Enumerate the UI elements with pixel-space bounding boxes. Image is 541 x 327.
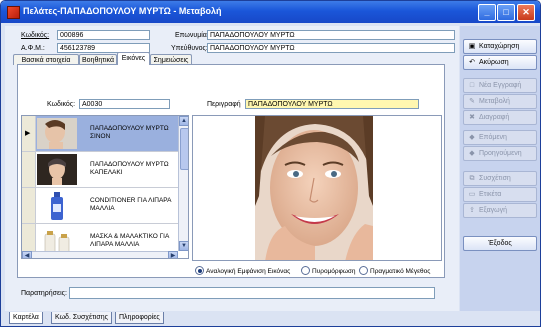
delete-button[interactable]: ✖ Διαγραφή	[463, 110, 537, 125]
edit-icon: ✎	[469, 98, 475, 105]
image-list[interactable]: ▶ ΠΑΠΑΔΟΠΟΥΛΟΥ ΜΥΡΤΩ ΣΙΝΟΝ ΠΑΠΑΔΟΠΟΥΛΟΥ …	[21, 115, 189, 259]
app-icon	[7, 6, 20, 19]
woman-portrait-photo	[37, 154, 77, 185]
name-field[interactable]: ΠΑΠΑΔΟΠΟΥΛΟΥ ΜΥΡΤΩ	[207, 30, 455, 40]
radio-label: Αναλογική Εμφάνιση Εικόνας	[206, 268, 291, 275]
radio-checked-icon	[195, 266, 204, 275]
exit-label: Έξοδος	[488, 240, 512, 247]
scroll-right-icon[interactable]: ▶	[168, 251, 178, 258]
undo-icon: ↶	[469, 59, 475, 66]
minimize-button[interactable]: _	[478, 4, 496, 21]
image-preview	[192, 115, 442, 261]
horizontal-scrollbar[interactable]: ◀ ▶	[22, 251, 178, 258]
edit-button[interactable]: ✎ Μεταβολή	[463, 94, 537, 109]
cancel-button[interactable]: ↶ Ακύρωση	[463, 55, 537, 70]
vertical-scrollbar[interactable]: ▲ ▼	[178, 116, 188, 251]
action-sidebar: ▣ Καταχώρηση ↶ Ακύρωση □ Νέα Εγγραφή ✎ Μεταβ…	[460, 26, 540, 312]
code-label: Κωδικός:	[21, 32, 50, 39]
code-field[interactable]: 000896	[57, 30, 150, 40]
scroll-thumb[interactable]	[180, 128, 188, 170]
name-label: Επωνυμία:	[175, 32, 209, 39]
tab-relation-code[interactable]: Κωδ. Συσχέτισης	[51, 312, 113, 324]
radio-unchecked-icon	[301, 266, 310, 275]
main-window: Πελάτες-ΠΑΠΑΔΟΠΟΥΛΟΥ ΜΥΡΤΩ - Μεταβολή _ …	[0, 0, 541, 327]
list-item-text: ΠΑΠΑΔΟΠΟΥΛΟΥ ΜΥΡΤΩ ΚΑΠΕΛΑΚΙ	[90, 161, 169, 176]
export-button[interactable]: ⇪ Εξαγωγή	[463, 203, 537, 218]
label-icon: ▭	[468, 191, 476, 198]
scroll-up-icon[interactable]: ▲	[179, 116, 188, 126]
row-selector[interactable]	[22, 188, 36, 223]
image-code-field[interactable]: A0030	[79, 99, 170, 109]
description-label: Περιγραφή	[207, 101, 241, 108]
exit-button[interactable]: Έξοδος	[463, 236, 537, 251]
relation-button[interactable]: ⧉ Συσχέτιση	[463, 171, 537, 186]
previous-button[interactable]: ◆ Προηγούμενη	[463, 146, 537, 161]
maximize-button[interactable]: □	[497, 4, 515, 21]
radio-stretch[interactable]: Πυρομόρφωση	[301, 266, 356, 275]
list-item[interactable]: ΠΑΠΑΔΟΠΟΥΛΟΥ ΜΥΡΤΩ ΚΑΠΕΛΑΚΙ	[22, 152, 178, 188]
row-selector[interactable]: ▶	[22, 116, 36, 151]
radio-unchecked-icon	[359, 266, 368, 275]
manager-label: Υπεύθυνος:	[171, 45, 208, 52]
new-icon: □	[469, 82, 475, 89]
window-title: Πελάτες-ΠΑΠΑΔΟΠΟΥΛΟΥ ΜΥΡΤΩ - Μεταβολή	[23, 6, 222, 16]
current-row-arrow-icon: ▶	[25, 130, 31, 137]
afm-label: Α.Φ.Μ.:	[21, 45, 45, 52]
tab-information[interactable]: Πληροφορίες	[115, 312, 164, 324]
tab-card[interactable]: Καρτέλα	[9, 312, 43, 324]
title-bar[interactable]: Πελάτες-ΠΑΠΑΔΟΠΟΥΛΟΥ ΜΥΡΤΩ - Μεταβολή _ …	[1, 1, 540, 23]
notes-field[interactable]	[69, 287, 435, 299]
new-record-button[interactable]: □ Νέα Εγγραφή	[463, 78, 537, 93]
list-item[interactable]: CONDITIONER ΓΙΑ ΛΙΠΑΡΑ ΜΑΛΛΙΑ	[22, 188, 178, 224]
previous-icon: ◆	[469, 150, 475, 157]
delete-icon: ✖	[469, 114, 475, 121]
save-icon: ▣	[468, 43, 476, 50]
close-button[interactable]: ✕	[517, 4, 535, 21]
image-code-label: Κωδικός:	[47, 101, 76, 108]
list-item-text: CONDITIONER ΓΙΑ ΛΙΠΑΡΑ ΜΑΛΛΙΑ	[90, 197, 172, 212]
radio-label: Πραγματικό Μέγεθος	[370, 268, 431, 275]
list-item-text: ΠΑΠΑΔΟΠΟΥΛΟΥ ΜΥΡΤΩ ΣΙΝΟΝ	[90, 125, 169, 140]
scroll-down-icon[interactable]: ▼	[179, 241, 188, 251]
tab-images[interactable]: Εικόνες	[117, 52, 150, 65]
save-button[interactable]: ▣ Καταχώρηση	[463, 39, 537, 54]
relation-icon: ⧉	[469, 175, 475, 182]
woman-face-photo	[255, 116, 373, 260]
next-button[interactable]: ◆ Επόμενη	[463, 130, 537, 145]
row-selector[interactable]	[22, 152, 36, 187]
manager-field[interactable]: ΠΑΠΑΔΟΠΟΥΛΟΥ ΜΥΡΤΩ	[207, 43, 455, 53]
label-button[interactable]: ▭ Ετικέτα	[463, 187, 537, 202]
radio-proportional[interactable]: Αναλογική Εμφάνιση Εικόνας	[195, 266, 290, 275]
bottom-tab-strip: Καρτέλα Κωδ. Συσχέτισης Πληροφορίες	[1, 311, 540, 326]
woman-profile-photo	[37, 118, 77, 149]
list-item-text: ΜΑΣΚΑ & ΜΑΛΑΚΤΙΚΟ ΓΙΑ ΛΙΠΑΡΑ ΜΑΛΛΙΑ	[90, 233, 169, 248]
scroll-left-icon[interactable]: ◀	[22, 251, 32, 258]
bottle-photo	[37, 190, 77, 221]
description-field[interactable]: ΠΑΠΑΔΟΠΟΥΛΟΥ ΜΥΡΤΩ	[245, 99, 419, 109]
radio-label: Πυρομόρφωση	[312, 268, 356, 275]
radio-actual-size[interactable]: Πραγματικό Μέγεθος	[359, 266, 430, 275]
notes-label: Παρατηρήσεις:	[21, 290, 67, 297]
next-icon: ◆	[469, 134, 475, 141]
list-item[interactable]: ▶ ΠΑΠΑΔΟΠΟΥΛΟΥ ΜΥΡΤΩ ΣΙΝΟΝ	[22, 116, 178, 152]
export-icon: ⇪	[469, 207, 475, 214]
